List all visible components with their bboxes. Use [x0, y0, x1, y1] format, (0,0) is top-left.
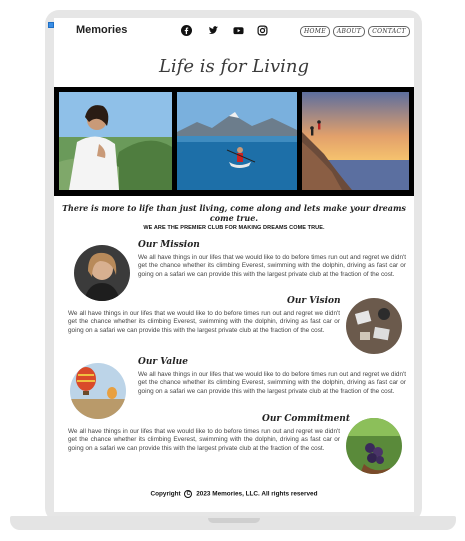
mission-image [74, 245, 130, 301]
brand-logo[interactable]: Memories [76, 24, 127, 36]
mission-title: Our Mission [138, 240, 200, 250]
website-preview: Memories HOME ABOUT CONTACT Life is for … [54, 18, 414, 512]
laptop-notch [208, 518, 260, 523]
kayaker-on-lake-photo [177, 92, 297, 190]
copyright-prefix: Copyright [150, 490, 181, 498]
instagram-icon[interactable] [257, 25, 268, 36]
tagline: There is more to life than just living, … [62, 203, 406, 223]
footer-copyright: Copyright C 2023 Memories, LLC. All righ… [54, 490, 414, 498]
youtube-icon[interactable] [233, 25, 244, 36]
hero-title: Life is for Living [158, 56, 310, 77]
main-nav: HOME ABOUT CONTACT [300, 26, 410, 37]
copyright-text: 2023 Memories, LLC. All rights reserved [196, 490, 318, 498]
photo-strip [54, 87, 414, 196]
value-image [70, 363, 126, 419]
vision-image [346, 298, 402, 354]
commitment-text: We all have things in our lifes that we … [68, 428, 340, 452]
mission-text: We all have things in our lifes that we … [138, 254, 406, 278]
commitment-image [346, 418, 402, 474]
twitter-icon[interactable] [208, 25, 219, 36]
woman-on-hillside-photo [59, 92, 172, 190]
facebook-icon[interactable] [181, 25, 192, 36]
vision-title: Our Vision [287, 296, 341, 306]
vision-text: We all have things in our lifes that we … [68, 310, 340, 334]
commitment-title: Our Commitment [262, 414, 350, 424]
hikers-on-cliff-sunset-photo [302, 92, 409, 190]
nav-home[interactable]: HOME [300, 26, 330, 37]
nav-about[interactable]: ABOUT [332, 26, 366, 37]
value-text: We all have things in our lifes that we … [138, 371, 406, 395]
value-title: Our Value [138, 357, 188, 367]
sub-tagline: WE ARE THE PREMIER CLUB FOR MAKING DREAM… [143, 225, 325, 231]
copyright-symbol: C [184, 490, 193, 498]
nav-contact[interactable]: CONTACT [368, 26, 410, 37]
